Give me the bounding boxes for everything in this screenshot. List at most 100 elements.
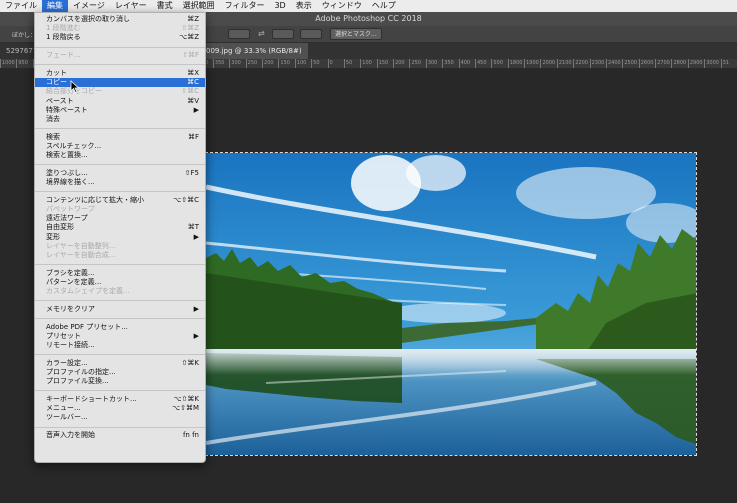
select-and-mask-button[interactable]: 選択とマスク... [330,28,382,40]
ruler-tick-label: 31 [720,59,729,68]
menu-separator [35,390,205,392]
edit-menu-item[interactable]: プリセット ▶ [35,332,205,341]
ruler-tick-label: 350 [442,59,454,68]
ruler-tick-label: 450 [474,59,487,68]
edit-menu-item[interactable]: カンバスを選択の取り消し ⌘Z [35,15,205,24]
ruler-tick-label: 2000 [540,59,555,68]
ruler-tick-label: 2500 [622,59,637,68]
menu-item-shortcut: ⇧⌘K [181,358,199,367]
size-field[interactable] [300,29,322,39]
ruler-tick-label: 2600 [638,59,653,68]
edit-menu-item[interactable]: メニュー... ⌥⇧⌘M [35,404,205,413]
menu-item-label: カンバスを選択の取り消し [46,15,130,23]
menu-separator [35,264,205,266]
ruler-tick-label: 200 [393,59,405,68]
menu-item-label: 変形 [46,232,60,241]
menubar-item[interactable]: 選択範囲 [178,0,220,12]
edit-menu-item: パペットワープ [35,205,205,214]
edit-menu-item[interactable]: 変形 ▶ [35,233,205,242]
edit-menu-item[interactable]: ペースト ⌘V [35,97,205,106]
swap-icon[interactable]: ⇄ [258,29,265,38]
canvas-image[interactable] [205,152,697,456]
menu-item-label: パターンを定義... [46,277,102,286]
edit-menu-item[interactable]: スペルチェック... [35,142,205,151]
ruler-tick-label: 150 [376,59,388,68]
ruler-tick-label: 2900 [687,59,703,68]
edit-menu-item[interactable]: プロファイルの指定... [35,368,205,377]
edit-menu-item[interactable]: キーボードショートカット... ⌥⇧⌘K [35,395,205,404]
menu-item-label: コピー [46,78,67,87]
menubar-item[interactable]: 編集 [42,0,68,12]
edit-menu-item[interactable]: プロファイル変換... [35,377,205,386]
height-field[interactable] [272,29,294,39]
ruler-tick-label: 1000 [0,59,15,68]
menubar-item[interactable]: ファイル [0,0,42,12]
menu-separator [35,191,205,193]
submenu-arrow-icon: ▶ [193,304,199,313]
menubar-item[interactable]: レイヤー [110,0,152,12]
edit-menu-item[interactable]: 塗りつぶし... ⇧F5 [35,169,205,178]
ruler-tick-label: 400 [458,59,470,68]
menu-item-shortcut: ⌘X [187,68,199,77]
edit-menu-item[interactable]: コピー ⌘C [35,78,205,88]
ruler-tick-label: 2300 [589,59,604,68]
submenu-arrow-icon: ▶ [193,105,199,114]
menu-separator [35,318,205,320]
edit-menu-item[interactable]: 検索 ⌘F [35,133,205,142]
menu-item-label: 消去 [46,114,60,123]
edit-menu-item[interactable]: メモリをクリア ▶ [35,305,205,314]
edit-menu-item[interactable]: 自由変形 ⌘T [35,223,205,232]
edit-menu-item[interactable]: ブラシを定義... [35,269,205,278]
menu-separator [35,64,205,66]
edit-menu-dropdown: カンバスを選択の取り消し ⌘Z 1 段階進む ⇧⌘Z 1 段階戻る ⌥⌘Z フェード... ⇧… [34,12,206,463]
ruler-tick-label: 500 [491,59,503,68]
menu-item-shortcut: ⇧⌘Z [181,24,199,33]
edit-menu-item[interactable]: 1 段階戻る ⌥⌘Z [35,33,205,42]
ruler-tick-label: 2700 [655,59,670,68]
ruler-tick-label: 2400 [605,59,621,68]
edit-menu-item[interactable]: 音声入力を開始 fn fn [35,431,205,440]
menu-item-label: 検索 [46,132,60,141]
edit-menu-item[interactable]: 特殊ペースト ▶ [35,106,205,115]
edit-menu-item[interactable]: パターンを定義... [35,278,205,287]
ruler-tick-label: 0 [327,59,333,68]
menu-item-shortcut: ⌘F [187,132,199,141]
edit-menu-item[interactable]: カット ⌘X [35,69,205,78]
menubar-item[interactable]: 表示 [291,0,317,12]
menubar-item[interactable]: 3D [269,0,290,12]
edit-menu-item: フェード... ⇧⌘F [35,51,205,60]
menu-item-label: フェード... [46,51,81,60]
menu-item-shortcut: ⇧F5 [184,168,199,177]
menubar-item[interactable]: 書式 [152,0,178,12]
edit-menu-item[interactable]: コンテンツに応じて拡大・縮小 ⌥⇧⌘C [35,196,205,205]
edit-menu-item[interactable]: 消去 [35,115,205,124]
menu-item-label: メニュー... [46,404,81,413]
width-field[interactable] [228,29,250,39]
edit-menu-item[interactable]: 遠近法ワープ [35,214,205,223]
menu-item-label: キーボードショートカット... [46,394,137,403]
edit-menu-item: 1 段階進む ⇧⌘Z [35,24,205,33]
menubar-item[interactable]: ウィンドウ [317,0,367,12]
menu-item-label: Adobe PDF プリセット... [46,322,128,331]
edit-menu-item[interactable]: カラー設定... ⇧⌘K [35,359,205,368]
menu-separator [35,128,205,130]
edit-menu-item[interactable]: 境界線を描く... [35,178,205,187]
edit-menu-item[interactable]: リモート接続... [35,341,205,350]
menu-item-label: 検索と置換... [46,151,88,160]
menubar-item[interactable]: ヘルプ [367,0,401,12]
menu-item-label: カラー設定... [46,358,88,367]
blur-label: ぼかし： [12,32,37,39]
menu-item-label: パペットワープ [46,204,95,213]
menubar-item[interactable]: フィルター [220,0,270,12]
edit-menu-item[interactable]: Adobe PDF プリセット... [35,323,205,332]
menu-item-label: スペルチェック... [46,141,102,150]
edit-menu-item[interactable]: ツールバー... [35,413,205,422]
ruler-tick-label: 950 [16,59,28,68]
ruler-tick-label: 50 [311,59,320,68]
edit-menu-item: レイヤーを自動合成... [35,251,205,260]
menubar-item[interactable]: イメージ [68,0,110,12]
ruler-tick-label: 250 [409,59,421,68]
edit-menu-item[interactable]: 検索と置換... [35,151,205,160]
tab-document-2[interactable]: 009.jpg @ 33.3% (RGB/8#) [200,43,308,59]
menu-item-label: レイヤーを自動合成... [46,250,116,259]
